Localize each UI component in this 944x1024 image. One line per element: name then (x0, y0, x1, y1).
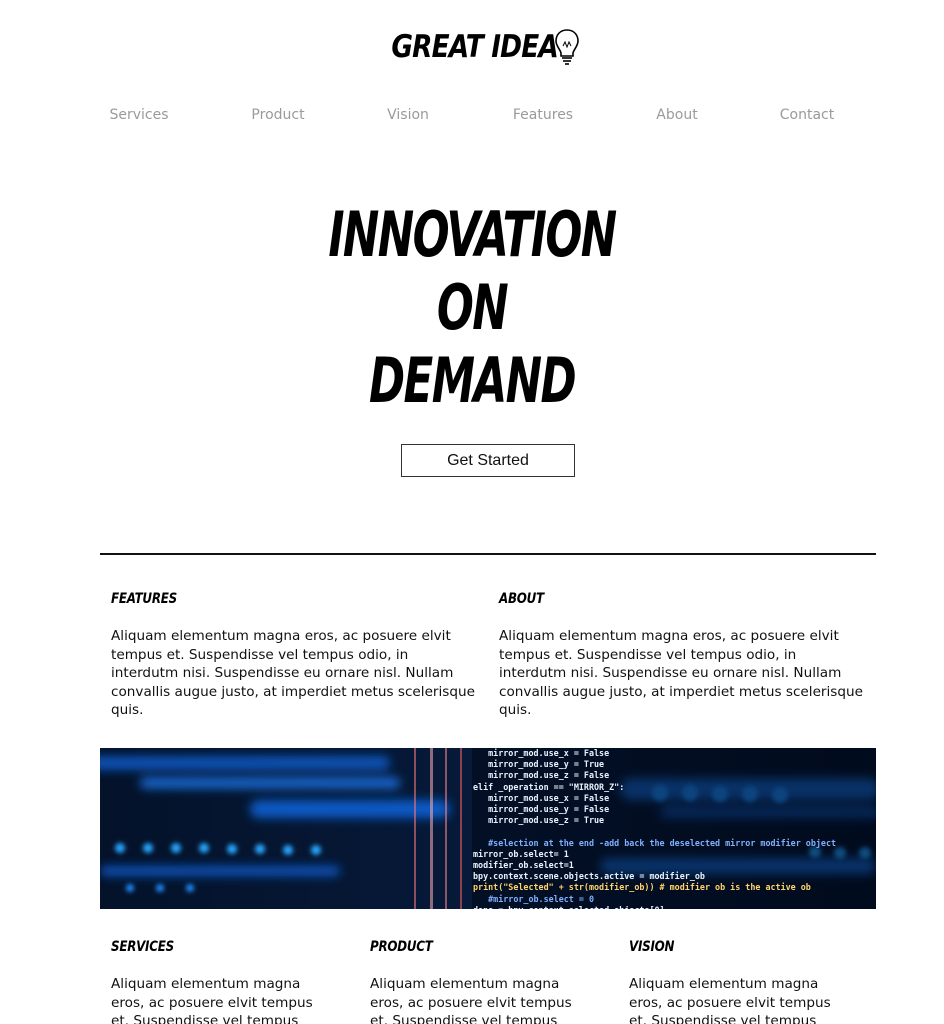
code-line: mirror_mod.use_x = False (473, 748, 610, 758)
get-started-button[interactable]: Get Started (401, 444, 575, 477)
code-line: mirror_ob.select= 1 (473, 848, 569, 859)
nav-item-features[interactable]: Features (513, 107, 573, 123)
hero-line-3: DEMAND (368, 344, 577, 417)
hero-heading: INNOVATION ON DEMAND (0, 198, 944, 417)
code-line: mirror_mod.use_z = True (473, 815, 605, 826)
about-heading: ABOUT (499, 591, 544, 607)
code-line: mirror_mod.use_z = False (473, 770, 610, 781)
code-line: mirror_mod.use_x = False (473, 792, 610, 803)
services-body: Aliquam elementum magna eros, ac posuere… (111, 976, 313, 1024)
nav-item-contact[interactable]: Contact (780, 107, 834, 123)
code-line: modifier_ob.select=1 (473, 860, 574, 871)
vision-body: Aliquam elementum magna eros, ac posuere… (629, 976, 831, 1024)
section-divider (100, 553, 876, 555)
hero-line-1: INNOVATION (328, 198, 617, 271)
code-banner-image: mirror_mod.use_x = False mirror_mod.use_… (100, 748, 876, 909)
brand-name: GREAT IDEA (391, 29, 558, 65)
code-line: print("Selected" + str(modifier_ob)) # m… (473, 882, 811, 893)
nav-item-services[interactable]: Services (109, 107, 168, 123)
code-snippet: mirror_mod.use_x = False mirror_mod.use_… (473, 748, 836, 909)
about-body: Aliquam elementum magna eros, ac posuere… (499, 628, 863, 719)
code-line: #selection at the end -add back the dese… (473, 837, 837, 848)
features-heading: FEATURES (111, 591, 177, 607)
product-body: Aliquam elementum magna eros, ac posuere… (370, 976, 572, 1024)
nav-item-vision[interactable]: Vision (387, 107, 429, 123)
landing-page: GREAT IDEA Services Product Vision Featu… (0, 0, 944, 1024)
nav-item-about[interactable]: About (656, 107, 697, 123)
services-heading: SERVICES (111, 939, 174, 955)
nav-item-product[interactable]: Product (251, 107, 304, 123)
code-line: bpy.context.scene.objects.active = modif… (473, 871, 705, 882)
code-line: done = bpy.context.selected_objects[0] (473, 905, 836, 909)
code-line: elif _operation == "MIRROR_Z": (473, 781, 625, 792)
brand-logo[interactable]: GREAT IDEA (0, 28, 944, 66)
vision-heading: VISION (629, 939, 675, 955)
code-line: #mirror_ob.select = 0 (473, 893, 595, 904)
main-nav: Services Product Vision Features About C… (0, 107, 944, 127)
product-heading: PRODUCT (370, 939, 433, 955)
code-line: mirror_mod.use_y = True (473, 759, 605, 770)
hero-line-2: ON (436, 271, 509, 344)
features-body: Aliquam elementum magna eros, ac posuere… (111, 628, 475, 719)
code-line: mirror_mod.use_y = False (473, 804, 610, 815)
